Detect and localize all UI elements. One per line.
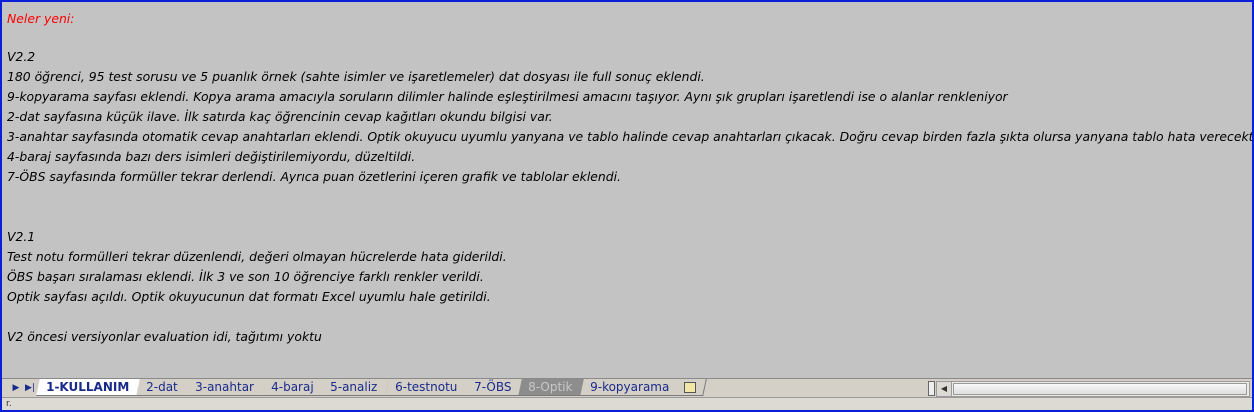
tab-kopyarama[interactable]: 9-kopyarama: [579, 379, 682, 396]
v21-line-1: Test notu formülleri tekrar düzenlendi, …: [7, 249, 507, 264]
sheet-tab-bar: ▶ ▶| 1-KULLANIM 2-dat 3-anahtar 4-baraj …: [2, 378, 1252, 397]
worksheet-area[interactable]: Neler yeni: V2.2 180 öğrenci, 95 test so…: [2, 2, 1252, 378]
v21-line-2: ÖBS başarı sıralaması eklendi. İlk 3 ve …: [7, 269, 484, 284]
tab-optik[interactable]: 8-Optik: [518, 379, 586, 396]
last-sheet-icon[interactable]: ▶|: [24, 381, 36, 395]
tab-anahtar[interactable]: 3-anahtar: [185, 379, 267, 396]
tab-baraj[interactable]: 4-baraj: [260, 379, 327, 396]
v22-line-2: 9-kopyarama sayfası eklendi. Kopya arama…: [7, 89, 1008, 104]
tab-dat[interactable]: 2-dat: [136, 379, 191, 396]
status-bar: r.: [2, 397, 1252, 410]
tab-kullanim[interactable]: 1-KULLANIM: [36, 379, 143, 396]
scrollbar-thumb[interactable]: [953, 383, 1247, 395]
v22-line-3: 2-dat sayfasına küçük ilave. İlk satırda…: [7, 109, 553, 124]
horizontal-scrollbar[interactable]: ◀: [936, 381, 1250, 397]
next-sheet-icon[interactable]: ▶: [10, 381, 22, 395]
sheet-tabs: 1-KULLANIM 2-dat 3-anahtar 4-baraj 5-ana…: [36, 379, 707, 397]
v22-line-1: 180 öğrenci, 95 test sorusu ve 5 puanlık…: [7, 69, 705, 84]
excel-window: Neler yeni: V2.2 180 öğrenci, 95 test so…: [2, 2, 1252, 410]
tab-testnotu[interactable]: 6-testnotu: [384, 379, 470, 396]
v21-line-3: Optik sayfası açıldı. Optik okuyucunun d…: [7, 289, 491, 304]
pre-v2-note: V2 öncesi versiyonlar evaluation idi, ta…: [7, 329, 322, 344]
tab-obs[interactable]: 7-ÖBS: [464, 379, 525, 396]
insert-sheet-icon[interactable]: [675, 379, 707, 396]
tab-analiz[interactable]: 5-analiz: [320, 379, 391, 396]
v22-line-5: 4-baraj sayfasında bazı ders isimleri de…: [7, 149, 416, 164]
v22-line-6: 7-ÖBS sayfasında formüller tekrar derlen…: [7, 169, 621, 184]
version-2-1-title: V2.1: [7, 229, 36, 244]
version-2-2-title: V2.2: [7, 49, 36, 64]
whats-new-heading: Neler yeni:: [7, 11, 75, 26]
v22-line-4: 3-anahtar sayfasında otomatik cevap anah…: [7, 129, 1252, 144]
status-text: r.: [6, 399, 12, 409]
tab-split-handle[interactable]: [928, 381, 935, 396]
scroll-left-icon[interactable]: ◀: [937, 382, 952, 396]
